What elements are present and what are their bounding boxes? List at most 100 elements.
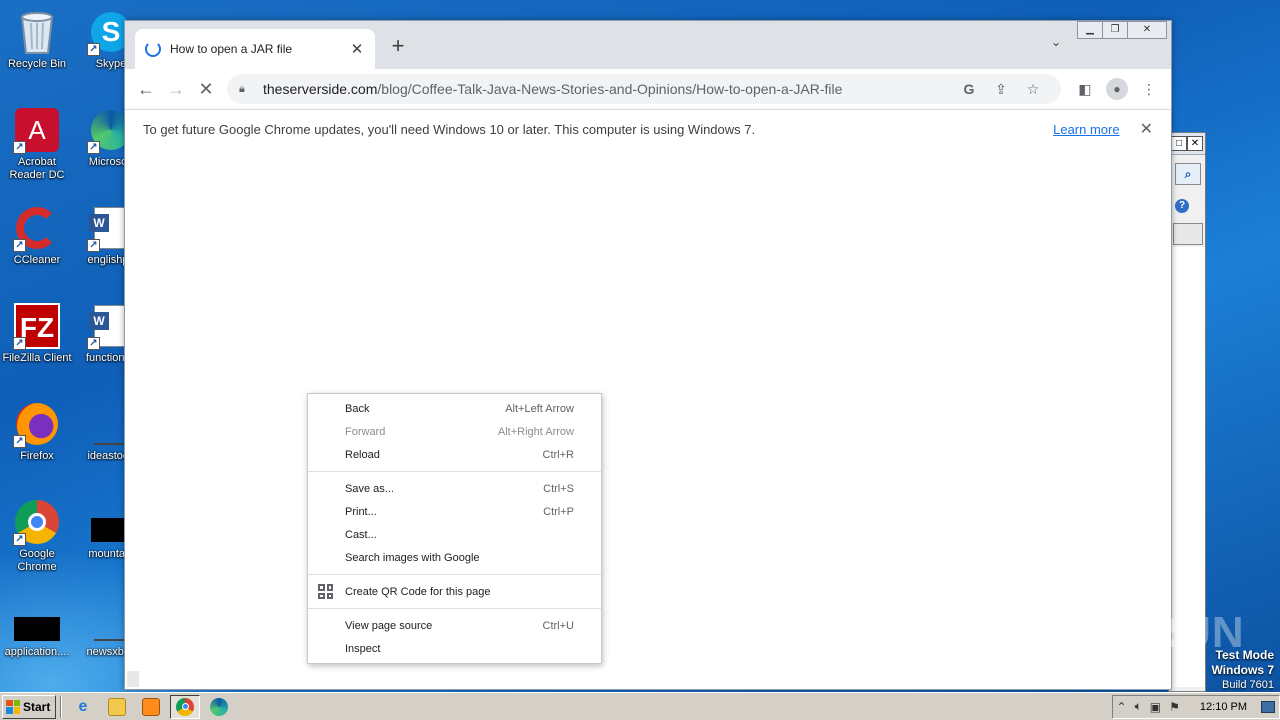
menu-item-back[interactable]: Back Alt+Left Arrow <box>308 397 601 420</box>
menu-item-label: Reload <box>345 448 380 461</box>
side-panel-icon[interactable]: ◧ <box>1069 81 1101 98</box>
stop-loading-icon[interactable]: ✕ <box>191 74 221 104</box>
ie-icon: e <box>78 697 88 715</box>
shortcut-arrow-icon: ↗ <box>87 337 100 350</box>
menu-item-inspect[interactable]: Inspect <box>308 637 601 660</box>
desktop-icon-label: Recycle Bin <box>7 58 67 70</box>
qr-code-icon <box>318 584 333 599</box>
google-lens-icon[interactable]: G <box>953 81 985 97</box>
context-menu: Back Alt+Left Arrow Forward Alt+Right Ar… <box>307 393 602 664</box>
start-button[interactable]: Start <box>2 694 56 719</box>
acrobat-icon: A ↗ <box>13 106 61 154</box>
desktop-icon-application[interactable]: application.... <box>0 596 74 659</box>
taskbar-edge[interactable] <box>204 695 234 719</box>
chrome-window: How to open a JAR file ✕ + ⌄ ▁ ❐ ✕ ← → ✕… <box>124 20 1172 690</box>
address-bar[interactable]: 🔒︎ theserverside.com/blog/Coffee-Talk-Ja… <box>227 74 1061 104</box>
url-text[interactable]: theserverside.com/blog/Coffee-Talk-Java-… <box>263 81 953 97</box>
desktop-icon-ccleaner[interactable]: ↗ CCleaner <box>0 204 74 267</box>
menu-item-label: Back <box>345 402 370 415</box>
taskbar-media-player[interactable] <box>136 695 166 719</box>
taskbar-chrome[interactable] <box>170 694 200 719</box>
maximize-icon[interactable]: □ <box>1171 136 1187 151</box>
shortcut-arrow-icon: ↗ <box>87 43 100 56</box>
desktop-icon-filezilla[interactable]: FZ ↗ FileZilla Client <box>0 302 74 365</box>
menu-kebab-icon[interactable]: ⋮ <box>1133 81 1165 98</box>
filezilla-icon: FZ ↗ <box>13 302 61 350</box>
background-window-titlebar: □ ✕ <box>1169 133 1205 155</box>
lock-icon: 🔒︎ <box>239 82 245 95</box>
menu-separator <box>308 574 601 575</box>
shortcut-arrow-icon: ↗ <box>87 141 100 154</box>
menu-item-shortcut: Ctrl+P <box>543 505 574 518</box>
menu-item-label: Create QR Code for this page <box>345 585 491 598</box>
desktop-icon-acrobat[interactable]: A ↗ Acrobat Reader DC <box>0 106 74 182</box>
forward-arrow-icon[interactable]: → <box>161 74 191 104</box>
volume-icon[interactable]: 🔈︎ <box>1135 699 1142 714</box>
desktop-icon-chrome[interactable]: ↗ Google Chrome <box>0 498 74 574</box>
desktop-icon-label: CCleaner <box>13 254 61 266</box>
ccleaner-icon: ↗ <box>13 204 61 252</box>
new-tab-button[interactable]: + <box>387 35 409 57</box>
browser-toolbar: ← → ✕ 🔒︎ theserverside.com/blog/Coffee-T… <box>125 69 1171 109</box>
back-arrow-icon[interactable]: ← <box>131 74 161 104</box>
file-icon <box>13 596 61 644</box>
help-icon[interactable]: ? <box>1175 199 1189 213</box>
page-content[interactable] <box>125 143 1171 689</box>
search-icon[interactable]: ⌕ <box>1175 163 1201 185</box>
clock[interactable]: 12:10 PM <box>1200 701 1247 713</box>
url-path: /blog/Coffee-Talk-Java-News-Stories-and-… <box>377 81 843 97</box>
minimize-icon[interactable]: ▁ <box>1077 21 1103 39</box>
start-label: Start <box>23 699 51 714</box>
infobar-close-icon[interactable]: ✕ <box>1140 119 1153 139</box>
tab-strip: How to open a JAR file ✕ + ⌄ ▁ ❐ ✕ <box>125 21 1171 69</box>
window-controls: ▁ ❐ ✕ <box>1077 21 1167 39</box>
edge-icon <box>210 697 228 716</box>
menu-item-label: Print... <box>345 505 377 518</box>
profile-avatar-icon[interactable]: ● <box>1101 78 1133 100</box>
desktop-icon-firefox[interactable]: ↗ Firefox <box>0 400 74 463</box>
menu-item-cast[interactable]: Cast... <box>308 523 601 546</box>
menu-separator <box>308 608 601 609</box>
desktop-icon-label: Firefox <box>20 450 54 462</box>
menu-item-save-as[interactable]: Save as... Ctrl+S <box>308 477 601 500</box>
scrollbar-corner[interactable] <box>127 671 139 687</box>
tab-title: How to open a JAR file <box>170 42 293 56</box>
desktop-icon-recycle-bin[interactable]: Recycle Bin <box>0 8 74 71</box>
show-desktop-icon[interactable] <box>1261 700 1275 713</box>
desktop-icon-label: FileZilla Client <box>2 352 72 364</box>
background-window-button[interactable] <box>1173 223 1203 245</box>
menu-item-forward[interactable]: Forward Alt+Right Arrow <box>308 420 601 443</box>
desktop-icon-label: Acrobat Reader DC <box>9 156 65 181</box>
media-player-icon <box>142 697 160 716</box>
taskbar-explorer[interactable] <box>102 695 132 719</box>
tray-expand-icon[interactable]: ⌃ <box>1117 700 1127 714</box>
close-window-icon[interactable]: ✕ <box>1127 21 1167 39</box>
explorer-icon <box>108 697 126 716</box>
close-icon[interactable]: ✕ <box>1187 136 1203 151</box>
menu-item-reload[interactable]: Reload Ctrl+R <box>308 443 601 466</box>
menu-item-shortcut: Ctrl+S <box>543 482 574 495</box>
network-icon[interactable]: ▣ <box>1150 700 1161 714</box>
menu-item-label: View page source <box>345 619 433 632</box>
menu-item-shortcut: Alt+Left Arrow <box>505 402 574 415</box>
tab-close-icon[interactable]: ✕ <box>349 40 365 58</box>
taskbar-separator <box>60 695 62 718</box>
taskbar-ie[interactable]: e <box>68 695 98 719</box>
menu-item-view-source[interactable]: View page source Ctrl+U <box>308 614 601 637</box>
chrome-icon <box>176 697 194 716</box>
shortcut-arrow-icon: ↗ <box>87 239 100 252</box>
shortcut-arrow-icon: ↗ <box>13 141 26 154</box>
tab-active[interactable]: How to open a JAR file ✕ <box>135 29 375 69</box>
shortcut-arrow-icon: ↗ <box>13 533 26 546</box>
menu-item-label: Cast... <box>345 528 377 541</box>
menu-item-create-qr[interactable]: Create QR Code for this page <box>308 580 601 603</box>
action-center-flag-icon[interactable]: ⚑ <box>1169 700 1180 714</box>
restore-icon[interactable]: ❐ <box>1102 21 1128 39</box>
learn-more-link[interactable]: Learn more <box>1053 122 1119 137</box>
share-icon[interactable]: ⇪ <box>985 81 1017 98</box>
menu-item-search-images[interactable]: Search images with Google <box>308 546 601 569</box>
bookmark-star-icon[interactable]: ☆ <box>1017 81 1049 98</box>
tab-search-chevron-icon[interactable]: ⌄ <box>1051 35 1061 49</box>
taskbar: Start e ⌃ 🔈︎ ▣ ⚑ 12:10 PM <box>0 692 1280 720</box>
menu-item-print[interactable]: Print... Ctrl+P <box>308 500 601 523</box>
